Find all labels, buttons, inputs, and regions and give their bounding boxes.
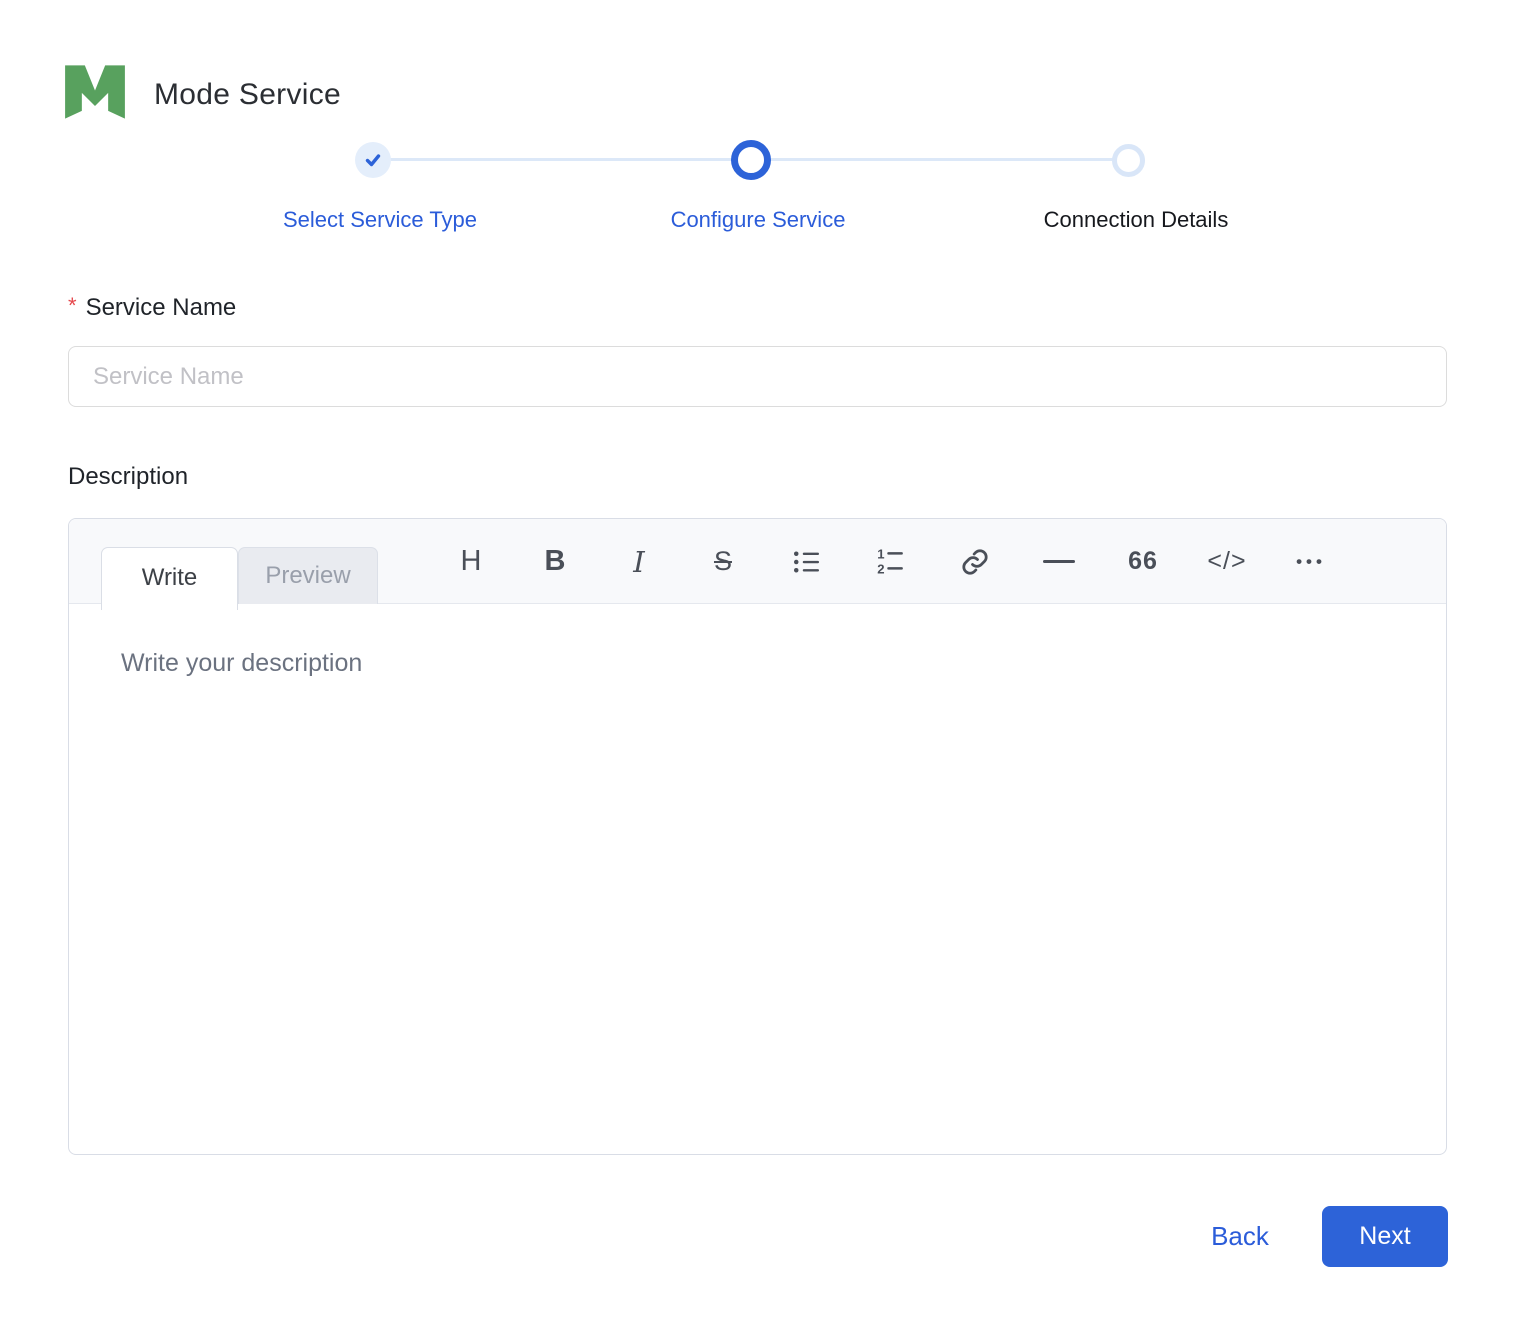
step-3-upcoming-indicator[interactable] <box>1112 144 1145 177</box>
check-icon <box>365 154 381 167</box>
strikethrough-icon[interactable]: S <box>699 538 747 586</box>
ordered-list-icon[interactable]: 1 2 <box>867 538 915 586</box>
step-label-configure-service[interactable]: Configure Service <box>603 205 913 235</box>
unordered-list-icon[interactable] <box>783 538 831 586</box>
more-icon[interactable]: ••• <box>1287 538 1335 586</box>
next-button[interactable]: Next <box>1322 1206 1448 1267</box>
step-2-active-indicator[interactable] <box>731 140 771 180</box>
quote-icon[interactable]: 66 <box>1119 538 1167 586</box>
page: Mode Service Select Service Type Configu… <box>0 0 1518 1334</box>
toolbar-buttons: H B I S 1 2 66 </> ••• <box>447 519 1371 604</box>
service-name-input[interactable] <box>68 346 1447 407</box>
italic-icon[interactable]: I <box>615 538 663 586</box>
tab-write[interactable]: Write <box>101 547 238 610</box>
description-input[interactable] <box>69 605 1446 1154</box>
horizontal-rule-icon[interactable] <box>1035 538 1083 586</box>
link-icon[interactable] <box>951 538 999 586</box>
mode-logo-icon <box>64 63 126 121</box>
description-label: Description <box>68 463 189 490</box>
description-editor: Write Preview H B I S 1 2 66 </> ••• Wri… <box>68 518 1447 1155</box>
svg-text:1: 1 <box>877 547 884 561</box>
code-icon[interactable]: </> <box>1203 538 1251 586</box>
page-title: Mode Service <box>154 78 342 111</box>
editor-toolbar: Write Preview H B I S 1 2 66 </> ••• <box>69 519 1446 610</box>
step-label-select-service-type[interactable]: Select Service Type <box>225 205 535 235</box>
service-name-label: * Service Name <box>68 290 236 324</box>
bold-icon[interactable]: B <box>531 538 579 586</box>
svg-text:2: 2 <box>877 561 884 576</box>
back-button[interactable]: Back <box>1185 1221 1295 1251</box>
heading-icon[interactable]: H <box>447 538 495 586</box>
required-marker: * <box>68 293 77 318</box>
step-1-completed-indicator[interactable] <box>355 142 391 178</box>
tab-preview[interactable]: Preview <box>238 547 378 604</box>
service-name-label-text: Service Name <box>85 294 237 321</box>
step-label-connection-details[interactable]: Connection Details <box>981 205 1291 235</box>
